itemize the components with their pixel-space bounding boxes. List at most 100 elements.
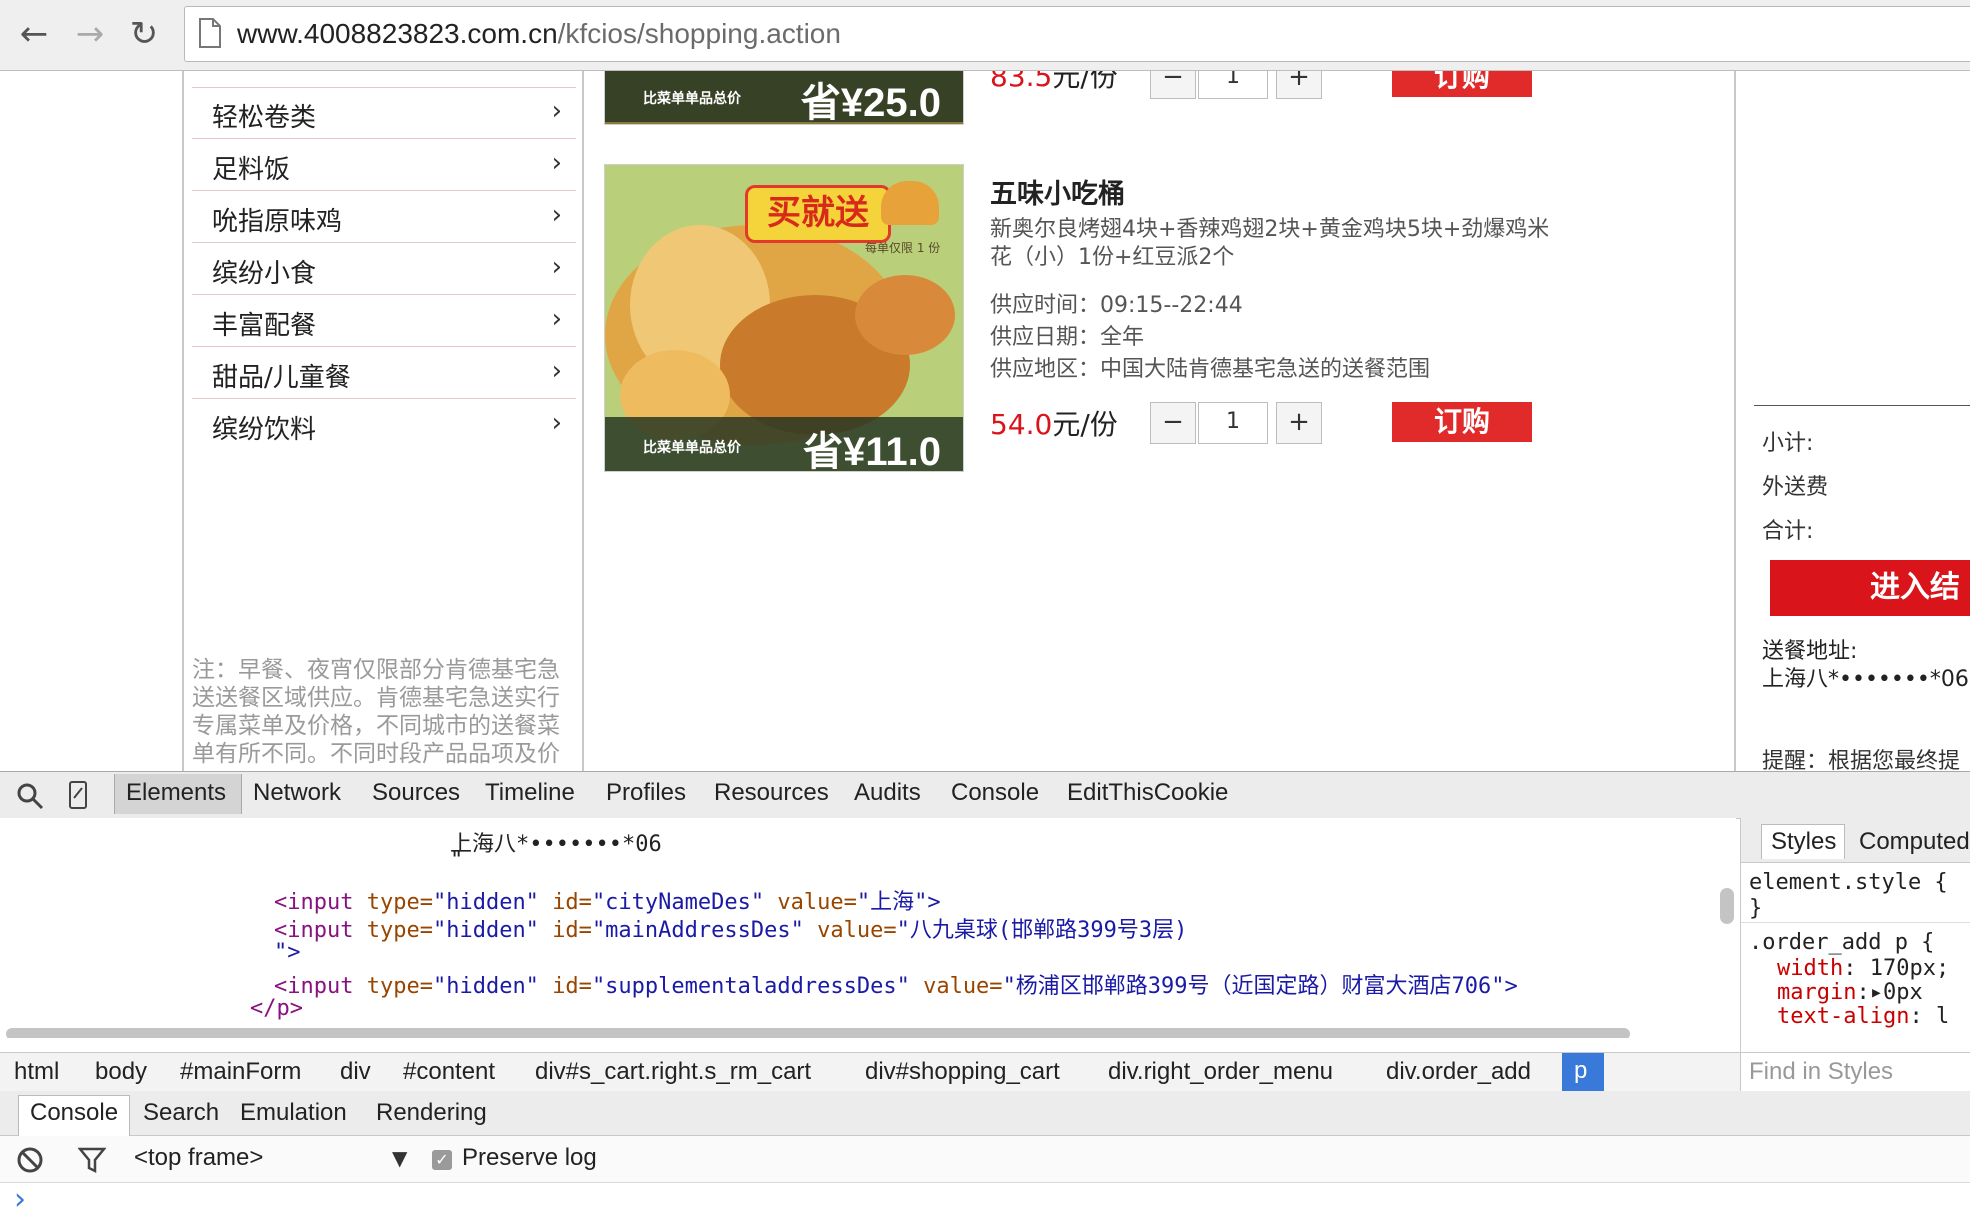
style-prop-width[interactable]: width: 170px; [1777, 956, 1949, 981]
code-value: "hidden" [432, 974, 539, 999]
sidebar-item[interactable]: 甜品/儿童餐 › [192, 348, 576, 399]
chevron-right-icon: › [551, 304, 562, 334]
tab-console[interactable]: Console [951, 779, 1039, 807]
element-style-rule[interactable]: element.style { [1749, 870, 1948, 895]
price-unit: 元/份 [1052, 408, 1118, 441]
forward-icon[interactable]: → [70, 14, 110, 54]
supply-area: 供应地区：中国大陆肯德基宅急送的送餐范围 [990, 351, 1430, 383]
sidebar-item[interactable]: 轻松卷类 › [192, 88, 576, 139]
tab-elements[interactable]: Elements [126, 779, 226, 807]
style-prop-text-align[interactable]: text-align: l [1777, 1004, 1949, 1029]
sidebar-item[interactable]: 缤纷饮料 › [192, 400, 576, 450]
sidebar-item-label: 甜品/儿童餐 [212, 363, 351, 393]
console-prompt-icon[interactable]: › [14, 1182, 26, 1217]
code-value: "八九桌球(邯郸路399号3层) [896, 918, 1188, 943]
chevron-right-icon: › [551, 252, 562, 282]
code-line-mainaddress[interactable]: <input type="hidden" id="mainAddressDes"… [274, 912, 1187, 944]
sidebar-note: 注：早餐、夜宵仅限部分肯德基宅急送送餐区域供应。肯德基宅急送实行专属菜单及价格，… [192, 657, 560, 767]
code-value: "supplementaladdressDes" [591, 974, 910, 999]
devtools-tabbar: Elements Network Sources Timeline Profil… [0, 771, 1970, 819]
vertical-scrollbar[interactable] [1720, 888, 1734, 924]
drawer-tab-console[interactable]: Console [30, 1099, 118, 1127]
elements-panel: 上海八*•••••••*06 " <input type="hidden" id… [0, 818, 1736, 1038]
crumb-div[interactable]: div [340, 1058, 371, 1086]
sidebar-item[interactable]: 吮指原味鸡 › [192, 192, 576, 243]
prop-name: text-align [1777, 1004, 1910, 1029]
console-toolbar: <top frame> ▼ ✓ Preserve log [0, 1136, 1970, 1183]
sidebar-item[interactable]: 丰富配餐 › [192, 296, 576, 347]
crumb-content[interactable]: #content [403, 1058, 495, 1086]
crumb-p-selected[interactable]: p [1562, 1053, 1604, 1091]
drawer-tab-rendering[interactable]: Rendering [376, 1099, 487, 1127]
tab-sources[interactable]: Sources [372, 779, 460, 807]
code-attr: type= [366, 974, 433, 999]
supply-time-label: 供应时间： [990, 293, 1101, 318]
address-bar[interactable]: www.4008823823.com.cn/kfcios/shopping.ac… [184, 6, 1970, 62]
rule-close: } [1749, 896, 1763, 921]
product-image[interactable]: 比菜单单品总价 省¥25.0 [604, 71, 964, 125]
crumb-order-add[interactable]: div.order_add [1386, 1058, 1531, 1086]
tab-editthiscookie[interactable]: EditThisCookie [1067, 779, 1228, 807]
code-line-supplemental[interactable]: <input type="hidden" id="supplementaladd… [274, 968, 1518, 1000]
tab-styles[interactable]: Styles [1771, 828, 1836, 856]
tab-network[interactable]: Network [253, 779, 341, 807]
search-icon[interactable] [16, 782, 44, 810]
crumb-mainform[interactable]: #mainForm [180, 1058, 301, 1086]
tab-resources[interactable]: Resources [714, 779, 829, 807]
preserve-log-checkbox[interactable]: ✓ [432, 1150, 452, 1170]
order-button[interactable]: 订购 [1392, 402, 1532, 442]
supply-time-value: 09:15--22:44 [1100, 293, 1243, 318]
tab-computed[interactable]: Computed [1859, 828, 1970, 856]
decrease-qty-button[interactable]: − [1150, 402, 1196, 444]
chevron-down-icon[interactable]: ▼ [392, 1146, 407, 1170]
tab-timeline[interactable]: Timeline [485, 779, 575, 807]
code-text-node[interactable]: 上海八*•••••••*06 [450, 826, 662, 858]
crumb-body[interactable]: body [95, 1058, 147, 1086]
crumb-html[interactable]: html [14, 1058, 59, 1086]
product-price: 54.0元/份 [990, 403, 1118, 443]
code-close-p[interactable]: </p> [250, 996, 303, 1021]
decrease-qty-button[interactable]: − [1150, 71, 1196, 99]
sidebar-item-label: 缤纷小食 [212, 259, 317, 289]
sidebar-item[interactable]: 缤纷小食 › [192, 244, 576, 295]
sidebar-item-label: 吮指原味鸡 [212, 207, 343, 237]
price-value: 54.0 [990, 408, 1053, 441]
increase-qty-button[interactable]: + [1276, 71, 1322, 99]
url-domain: www.4008823823.com.cn [237, 18, 558, 49]
filter-icon[interactable] [78, 1146, 106, 1174]
clear-console-icon[interactable] [16, 1146, 44, 1174]
reload-icon[interactable]: ↻ [124, 14, 164, 54]
chevron-right-icon: › [551, 200, 562, 230]
rule-selector[interactable]: .order_add p { [1749, 930, 1934, 955]
code-quote: " [450, 848, 464, 873]
crumb-s-cart[interactable]: div#s_cart.right.s_rm_cart [535, 1058, 811, 1086]
drawer-tab-emulation[interactable]: Emulation [240, 1099, 347, 1127]
crumb-shopping-cart[interactable]: div#shopping_cart [865, 1058, 1060, 1086]
code-attr: value= [817, 918, 897, 943]
increase-qty-button[interactable]: + [1276, 402, 1322, 444]
frame-select[interactable]: <top frame> [134, 1144, 263, 1172]
quantity-input[interactable]: 1 [1198, 71, 1268, 99]
style-prop-margin[interactable]: margin:▸0px [1777, 980, 1923, 1005]
device-mode-icon[interactable] [68, 780, 88, 810]
savings-amount: 省¥11.0 [803, 430, 941, 472]
back-icon[interactable]: ← [14, 14, 54, 54]
checkout-button[interactable]: 进入结 [1770, 560, 1970, 616]
page-icon [199, 18, 221, 48]
tab-profiles[interactable]: Profiles [606, 779, 686, 807]
tab-audits[interactable]: Audits [854, 779, 921, 807]
crumb-right-order-menu[interactable]: div.right_order_menu [1108, 1058, 1333, 1086]
prop-name: margin [1777, 980, 1857, 1005]
quantity-input[interactable]: 1 [1198, 402, 1268, 444]
crumb-p-label: p [1574, 1057, 1588, 1084]
drawer-tab-search[interactable]: Search [143, 1099, 219, 1127]
order-button[interactable]: 订购 [1392, 71, 1532, 97]
horizontal-scrollbar[interactable] [6, 1028, 1630, 1038]
find-in-styles-field[interactable]: Find in Styles [1740, 1052, 1970, 1091]
sidebar-item-label: 足料饭 [212, 155, 291, 185]
savings-caption: 比菜单单品总价 [643, 91, 741, 107]
product-image[interactable]: 买就送 每单仅限 1 份 比菜单单品总价 省¥11.0 [604, 164, 964, 472]
sidebar-item[interactable]: 足料饭 › [192, 140, 576, 191]
burger-icon [881, 181, 939, 225]
supply-time: 供应时间：09:15--22:44 [990, 287, 1243, 319]
